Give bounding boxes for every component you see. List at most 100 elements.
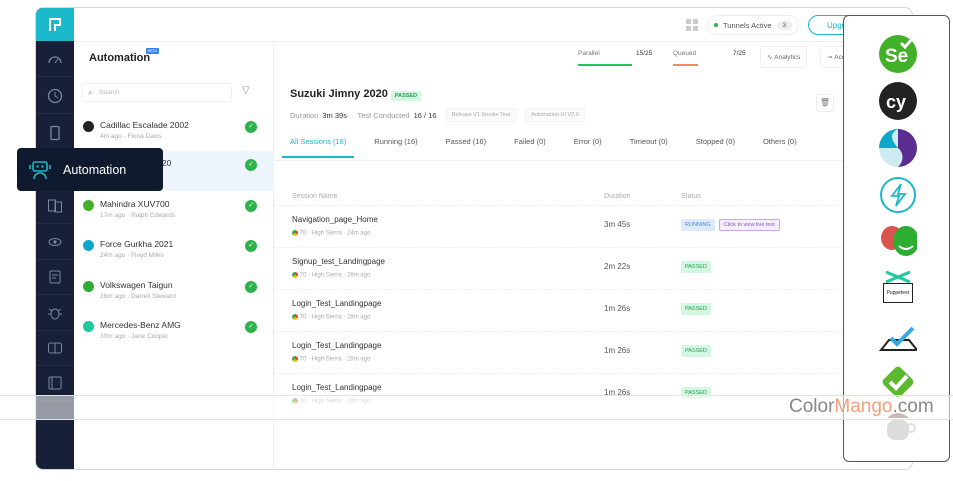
- search-placeholder: Search: [99, 89, 120, 96]
- build-meta: Duration 3m 39s · Test Conducted 16 / 16…: [290, 108, 585, 122]
- sidebar-item-device[interactable]: [36, 115, 74, 151]
- status-badge: PASSED: [681, 261, 711, 273]
- tab-error[interactable]: Error (0): [574, 137, 602, 158]
- build-title-text: Suzuki Jimny 2020: [290, 88, 388, 100]
- session-meta: 70 · High Sierra · 26m ago: [292, 272, 370, 279]
- tunnels-label: Tunnels Active: [723, 20, 772, 30]
- tab-failed[interactable]: Failed (0): [514, 137, 546, 158]
- list-item[interactable]: Cadillac Escalade 2002 4m ago · Fiona Dav…: [74, 113, 274, 153]
- check-icon: ✓: [245, 159, 257, 171]
- session-name: Signup_test_Landingpage: [292, 257, 385, 266]
- device-icon: [50, 125, 60, 140]
- check-icon: ✓: [245, 200, 257, 212]
- item-user: Fiona Davis: [127, 133, 162, 140]
- table-row[interactable]: Navigation_page_Home 70 · High Sierra · …: [274, 205, 912, 247]
- session-time: 28m ago: [347, 314, 371, 321]
- list-item[interactable]: Force Gurkha 2021 24m ago · Floyd Miles ✓: [74, 232, 274, 272]
- tunnels-active-button[interactable]: Tunnels Active 3: [707, 15, 800, 35]
- item-user: Floyd Miles: [131, 252, 164, 259]
- item-title: Force Gurkha 2021: [100, 239, 174, 249]
- delete-icon[interactable]: 🗑: [816, 94, 834, 112]
- session-time: 28m ago: [347, 356, 371, 363]
- sidebar-item-compare[interactable]: [36, 330, 74, 366]
- tab-all[interactable]: All Sessions (16): [282, 137, 355, 158]
- item-title: Mahindra XUV700: [100, 199, 170, 209]
- analytics-button[interactable]: ∿ Analytics: [760, 46, 808, 68]
- analytics-label: Analytics: [774, 53, 801, 61]
- svg-text:cy: cy: [886, 92, 906, 112]
- sidebar-item-dashboard[interactable]: [36, 41, 74, 77]
- session-meta: 70 · High Sierra · 28m ago: [292, 314, 370, 321]
- column-header-session: Session Name: [292, 193, 338, 200]
- docs-icon: [49, 270, 61, 283]
- browser-version: 70: [299, 272, 307, 279]
- item-user: Jane Cooper: [131, 333, 169, 340]
- sidebar-item-history[interactable]: [36, 78, 74, 114]
- hyperexecute-logo-icon: [879, 129, 917, 167]
- tab-running[interactable]: Running (16): [374, 137, 417, 158]
- browser-version: 70: [299, 230, 307, 237]
- item-time: 24m ago: [100, 252, 126, 259]
- item-meta: 24m ago · Floyd Miles: [100, 252, 164, 259]
- queued-progress-bar: [673, 64, 699, 66]
- history-icon: [47, 88, 63, 103]
- item-meta: 17m ago · Ralph Edwards: [100, 212, 176, 219]
- table-row[interactable]: Signup_test_Landingpage 70 · High Sierra…: [274, 247, 912, 289]
- session-duration: 2m 22s: [604, 262, 631, 271]
- table-row[interactable]: Login_Test_Landingpage 70 · High Sierra …: [274, 289, 912, 331]
- status-badge: PASSED: [390, 91, 422, 101]
- compare-icon: [48, 342, 62, 353]
- list-item[interactable]: Volkswagen Taigun 26m ago · Darrell Stewa…: [74, 273, 274, 313]
- session-name: Login_Test_Landingpage: [292, 383, 382, 392]
- sidebar-item-visual[interactable]: [36, 224, 74, 260]
- puppeteer-logo-icon: [83, 321, 94, 332]
- apps-grid-icon[interactable]: [686, 19, 698, 31]
- tab-others[interactable]: Others (0): [763, 137, 797, 158]
- session-time: 24m ago: [347, 230, 371, 237]
- watermark-part: .com: [892, 396, 934, 417]
- dashboard-icon: [48, 55, 62, 63]
- item-meta: 26m ago · Darrell Steward: [100, 293, 176, 300]
- build-title: Suzuki Jimny 2020 PASSED: [290, 88, 422, 101]
- search-input[interactable]: ⌕ Search: [82, 83, 232, 102]
- puppeteer-logo-icon: Puppeteer: [879, 268, 917, 306]
- visual-icon: [48, 237, 62, 246]
- sidebar-item-docs[interactable]: [36, 259, 74, 295]
- conducted-value: 16 / 16: [413, 110, 437, 120]
- item-meta: 30m ago · Jane Cooper: [100, 333, 169, 340]
- tag: Automation UI V2.0: [525, 108, 585, 122]
- svg-text:Se: Se: [885, 46, 908, 67]
- duration-value: 3m 39s: [322, 110, 347, 120]
- table-row[interactable]: Login_Test_Landingpage 70 · High Sierra …: [274, 331, 912, 373]
- list-item[interactable]: Mahindra XUV700 17m ago · Ralph Edwards ✓: [74, 192, 274, 232]
- playwright-logo-icon: [83, 281, 94, 292]
- item-meta: 4m ago · Fiona Davis: [100, 133, 162, 140]
- duration-label: Duration: [290, 110, 319, 120]
- parallel-progress-bar: [578, 64, 632, 66]
- view-live-test-button[interactable]: Click to view live test: [719, 219, 780, 231]
- tab-timeout[interactable]: Timeout (0): [630, 137, 668, 158]
- item-time: 4m ago: [100, 133, 122, 140]
- item-time: 17m ago: [100, 212, 126, 219]
- tooltip-label: Automation: [63, 162, 127, 177]
- tab-passed[interactable]: Passed (16): [446, 137, 486, 158]
- status-dot-icon: [714, 23, 718, 27]
- divider: [274, 160, 912, 161]
- list-item[interactable]: Mercedes-Benz AMG 30m ago · Jane Cooper ✓: [74, 313, 274, 353]
- os-name: High Sierra: [311, 356, 342, 363]
- separator: ·: [350, 110, 354, 120]
- puppeteer-label: Puppeteer: [883, 283, 913, 303]
- item-title: Volkswagen Taigun: [100, 280, 173, 290]
- watermark-part: Mango: [834, 396, 893, 417]
- app-logo[interactable]: [36, 8, 74, 41]
- sidebar-item-devices[interactable]: [36, 188, 74, 224]
- status-badge: RUNNING: [681, 219, 715, 231]
- session-meta: 70 · High Sierra · 24m ago: [292, 230, 370, 237]
- column-header-status: Status: [681, 193, 701, 200]
- filter-icon[interactable]: ▽: [242, 85, 250, 96]
- session-duration: 1m 26s: [604, 304, 631, 313]
- tab-stopped[interactable]: Stopped (0): [696, 137, 735, 158]
- sidebar-item-bug[interactable]: [36, 295, 74, 331]
- files-icon: [48, 376, 62, 389]
- tag: Release V1 Smoke Test: [445, 108, 517, 122]
